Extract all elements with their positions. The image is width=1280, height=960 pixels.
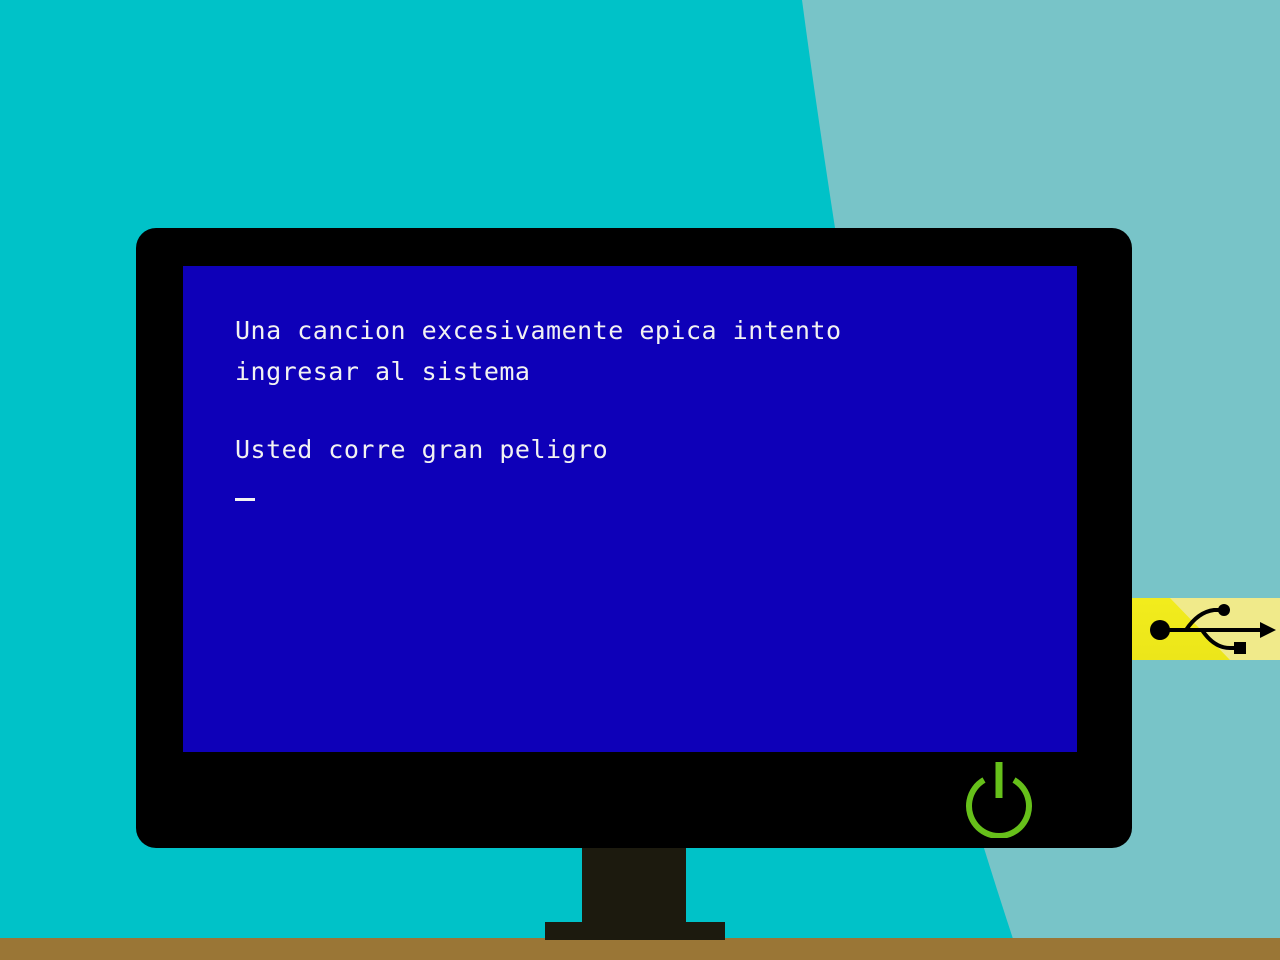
desk-surface [0,938,1280,960]
monitor: Una cancion excesivamente epica intento … [136,228,1132,848]
monitor-screen: Una cancion excesivamente epica intento … [183,266,1077,752]
monitor-stand-neck [582,846,686,926]
screen-message-line-1: Una cancion excesivamente epica intento [235,316,842,345]
screen-message-line-2: ingresar al sistema [235,357,531,386]
usb-drive[interactable] [1130,598,1280,660]
screen-warning: Usted corre gran peligro [235,435,609,464]
monitor-stand-base [545,922,725,940]
power-icon [966,762,1032,839]
power-button[interactable] [962,758,1036,839]
text-cursor [235,498,255,501]
usb-icon [1150,604,1276,654]
